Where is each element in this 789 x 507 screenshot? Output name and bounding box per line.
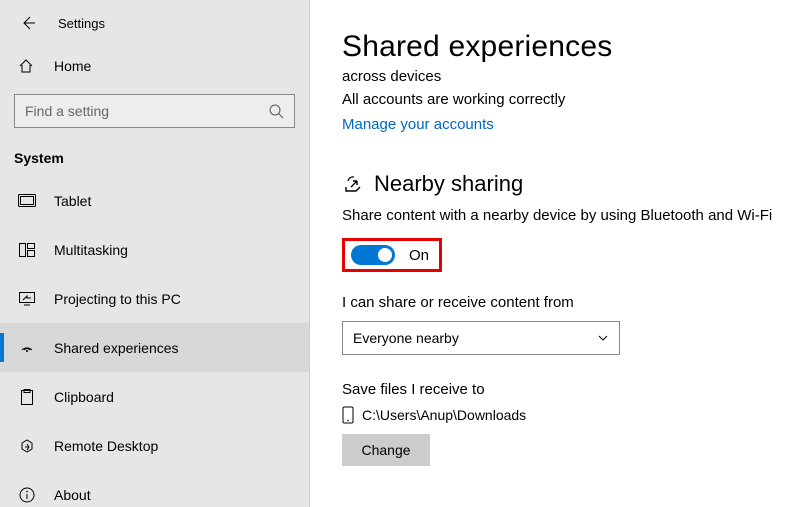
back-arrow-icon: [20, 15, 36, 31]
search-box[interactable]: [14, 94, 295, 128]
main-content: Shared experiences across devices All ac…: [310, 0, 789, 507]
home-nav[interactable]: Home: [0, 46, 309, 86]
chevron-down-icon: [597, 332, 609, 344]
sidebar-item-multitasking[interactable]: Multitasking: [0, 225, 309, 274]
nearby-sharing-toggle[interactable]: [351, 245, 395, 265]
sidebar-item-label: Multitasking: [54, 242, 128, 258]
section-nearby-sharing: Nearby sharing: [342, 171, 789, 197]
nav-list: Tablet Multitasking Projecting to this P…: [0, 176, 309, 507]
home-label: Home: [54, 58, 91, 74]
toggle-state-label: On: [409, 247, 429, 264]
sidebar-item-clipboard[interactable]: Clipboard: [0, 372, 309, 421]
clipboard-icon: [18, 388, 36, 406]
sidebar-item-projecting[interactable]: Projecting to this PC: [0, 274, 309, 323]
share-scope-label: I can share or receive content from: [342, 294, 789, 311]
nearby-sharing-icon: [342, 173, 364, 195]
sidebar-item-remote-desktop[interactable]: Remote Desktop: [0, 421, 309, 470]
tablet-icon: [18, 192, 36, 210]
save-location-row: C:\Users\Anup\Downloads: [342, 406, 789, 424]
home-icon: [18, 58, 36, 74]
section-title: Nearby sharing: [374, 171, 523, 197]
account-status: All accounts are working correctly: [342, 91, 789, 108]
sidebar-item-label: Clipboard: [54, 389, 114, 405]
category-label: System: [0, 132, 309, 176]
sidebar-item-tablet[interactable]: Tablet: [0, 176, 309, 225]
sidebar-item-label: About: [54, 487, 91, 503]
share-scope-value: Everyone nearby: [353, 330, 459, 346]
page-title: Shared experiences: [342, 30, 789, 64]
sidebar-item-label: Projecting to this PC: [54, 291, 181, 307]
shared-experiences-icon: [18, 339, 36, 357]
nearby-sharing-desc: Share content with a nearby device by us…: [342, 207, 789, 224]
sidebar-item-label: Tablet: [54, 193, 91, 209]
sidebar-item-about[interactable]: About: [0, 470, 309, 507]
search-input[interactable]: [25, 103, 268, 119]
sidebar-item-label: Remote Desktop: [54, 438, 158, 454]
manage-accounts-link[interactable]: Manage your accounts: [342, 116, 494, 133]
share-scope-select[interactable]: Everyone nearby: [342, 321, 620, 355]
remote-desktop-icon: [18, 437, 36, 455]
app-title: Settings: [58, 16, 105, 31]
change-location-button[interactable]: Change: [342, 434, 430, 466]
save-location-label: Save files I receive to: [342, 381, 789, 398]
about-icon: [18, 486, 36, 504]
save-location-path: C:\Users\Anup\Downloads: [362, 407, 526, 423]
sidebar: Settings Home System Tablet Multitasking…: [0, 0, 310, 507]
truncated-text: across devices: [342, 68, 789, 85]
projecting-icon: [18, 290, 36, 308]
back-button[interactable]: [14, 9, 42, 37]
nearby-sharing-toggle-highlight: On: [342, 238, 442, 272]
sidebar-item-shared-experiences[interactable]: Shared experiences: [0, 323, 309, 372]
header-row: Settings: [0, 0, 309, 46]
sidebar-item-label: Shared experiences: [54, 340, 179, 356]
multitasking-icon: [18, 241, 36, 259]
search-wrap: [0, 86, 309, 132]
device-icon: [342, 406, 354, 424]
search-icon: [268, 103, 284, 119]
